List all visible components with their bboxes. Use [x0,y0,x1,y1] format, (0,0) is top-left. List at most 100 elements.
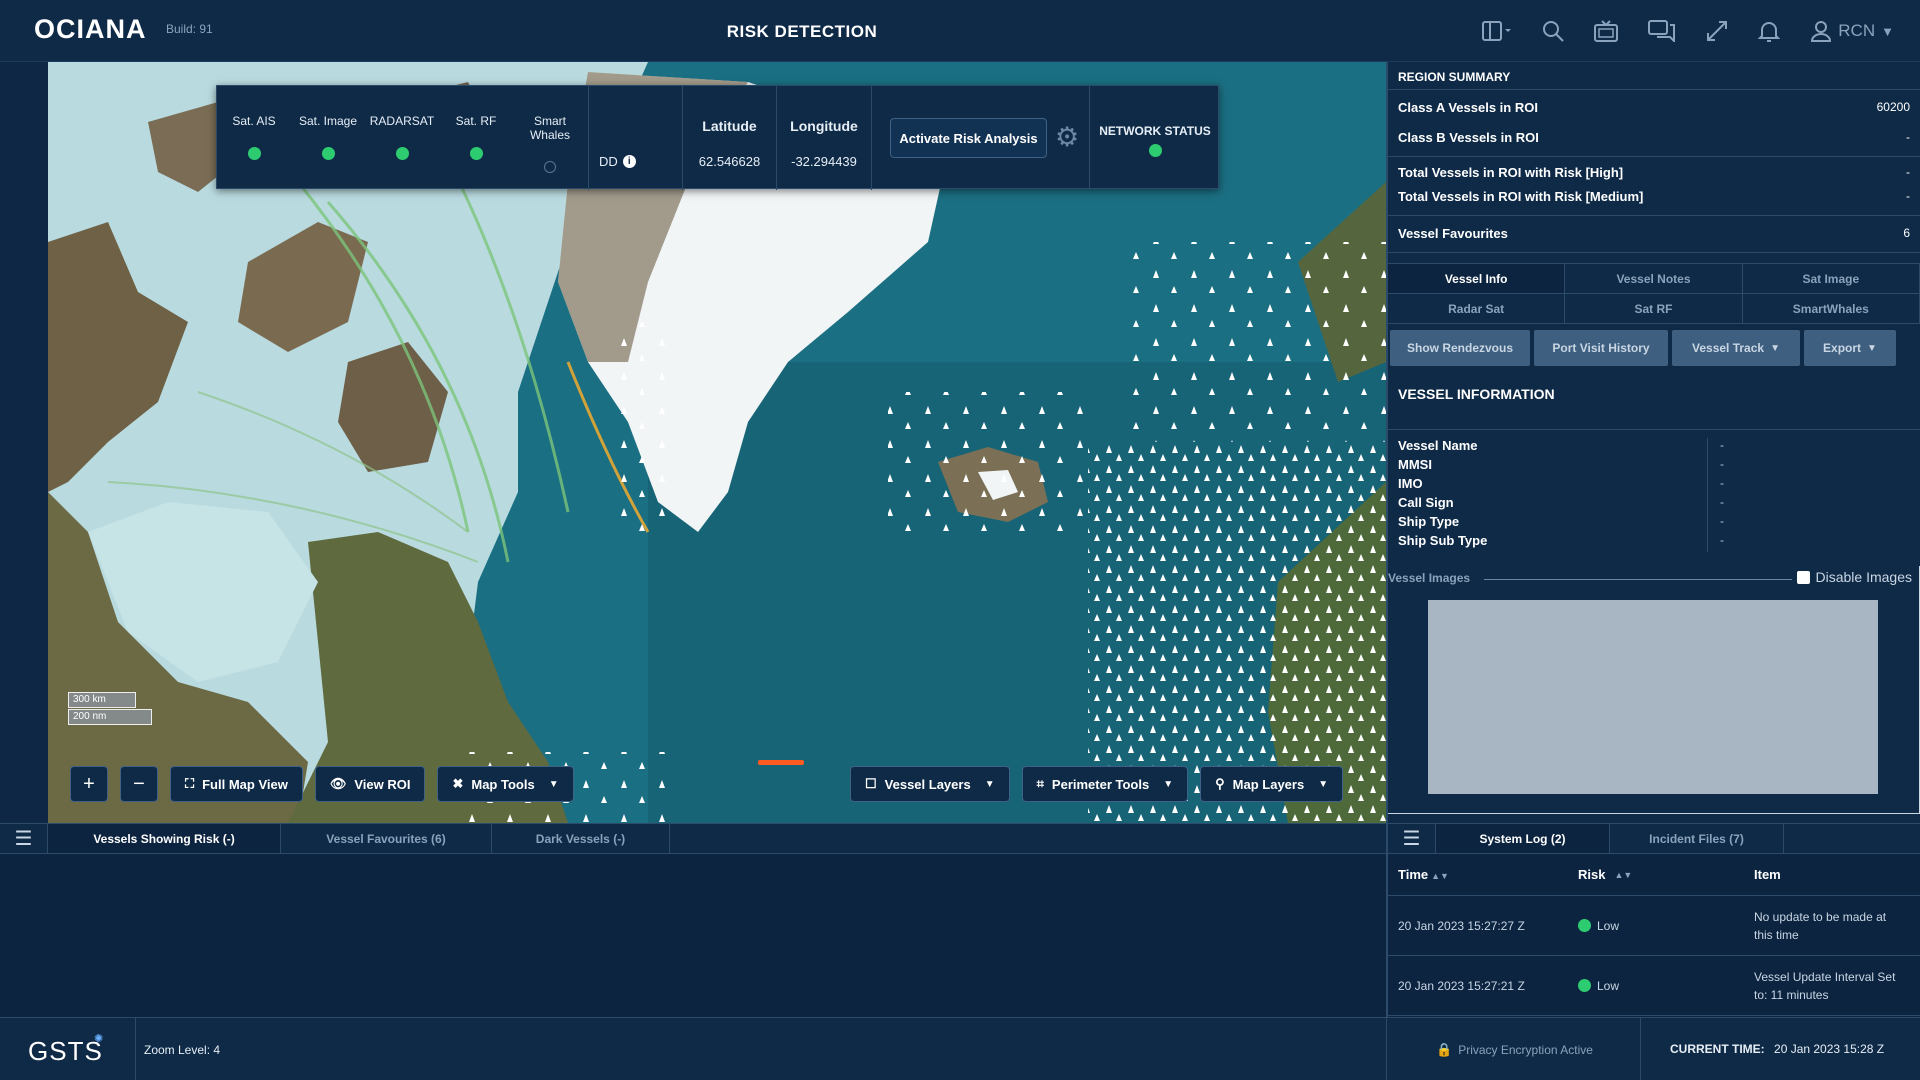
full-map-view-button[interactable]: ⛶ Full Map View [170,766,303,802]
vessel-field-row: MMSI - [1398,457,1910,476]
field-label: Ship Sub Type [1398,533,1708,552]
pin-icon: ⚲ [1215,776,1225,791]
divider [1386,1018,1387,1080]
log-risk: Low [1597,978,1620,993]
chevron-down-icon: ▼ [984,778,995,790]
perimeter-tools-button[interactable]: ⌗ Perimeter Tools ▼ [1021,766,1189,802]
map-layers-button[interactable]: ⚲ Map Layers ▼ [1200,766,1344,802]
summary-label: Vessel Favourites [1398,226,1508,241]
tab-vessel-notes[interactable]: Vessel Notes [1565,264,1743,294]
left-gutter [0,62,48,823]
tv-icon[interactable] [1594,20,1619,42]
log-time: 20 Jan 2023 15:27:21 Z [1398,978,1525,993]
tab-vessel-favourites[interactable]: Vessel Favourites (6) [281,824,492,853]
sensor-sat-ais[interactable]: Sat. AIS [217,86,291,190]
sensor-radarsat[interactable]: RADARSAT [365,86,439,190]
tab-vessel-info[interactable]: Vessel Info [1388,264,1566,294]
map-scale: 300 km 200 nm [68,692,152,726]
chevron-down-icon: ▼ [1318,778,1329,790]
column-time[interactable]: Time ▲▼ [1398,867,1578,882]
longitude-label: Longitude [790,118,858,134]
sensor-label: Smart Whales [529,114,570,142]
zoom-out-button[interactable]: − [120,766,158,802]
sensor-sat-image[interactable]: Sat. Image [291,86,365,190]
info-icon[interactable]: i [622,155,636,168]
field-value: - [1720,495,1724,509]
page-title: RISK DETECTION [726,22,878,41]
sort-icon: ▲▼ [1431,871,1449,881]
map-tools-button[interactable]: ✖ Map Tools ▼ [437,766,574,802]
summary-row: Vessel Favourites 6 [1388,226,1920,246]
vessel-tabs: Vessel Info Vessel Notes Sat Image Radar… [1388,263,1920,324]
coordinate-format[interactable]: DD i [599,154,636,169]
full-map-view-label: Full Map View [202,776,288,792]
chat-icon[interactable] [1648,20,1676,42]
sensor-label: RADARSAT [369,114,435,128]
tab-system-log[interactable]: System Log (2) [1436,824,1610,853]
vessel-track-button[interactable]: Vessel Track ▼ [1672,330,1800,366]
latitude-display: Latitude 62.546628 [682,86,777,190]
sensor-status-panel: Sat. AIS Sat. Image RADARSAT Sat. RF Sma… [216,85,1219,190]
privacy-status: 🔒 Privacy Encryption Active [1436,1042,1593,1058]
sensor-label: Sat. RF [455,114,497,128]
table-row[interactable]: 20 Jan 2023 15:27:21 Z Low Vessel Update… [1388,956,1920,1016]
longitude-display: Longitude -32.294439 [777,86,872,190]
summary-value: 6 [1903,226,1910,240]
field-label: Vessel Name [1398,438,1708,457]
summary-value: - [1906,165,1910,179]
zoom-level: Zoom Level: 4 [144,1043,221,1057]
gear-icon[interactable]: ⚙ [1055,122,1079,153]
tab-sat-image[interactable]: Sat Image [1742,264,1920,294]
menu-icon[interactable]: ☰ [1388,824,1436,853]
show-rendezvous-button[interactable]: Show Rendezvous [1390,330,1530,366]
tab-smartwhales[interactable]: SmartWhales [1742,294,1920,324]
column-risk[interactable]: Risk ▲▼ [1578,867,1754,882]
scale-nm: 200 nm [68,709,152,725]
summary-label: Class B Vessels in ROI [1398,130,1539,145]
log-item: No update to be made at this time [1754,909,1887,942]
table-row[interactable]: 20 Jan 2023 15:27:27 Z Low No update to … [1388,896,1920,956]
menu-icon[interactable]: ☰ [0,824,48,853]
system-log-panel: ☰ System Log (2) Incident Files (7) Time… [1386,823,1920,1017]
field-value: - [1720,514,1724,528]
tab-incident-files[interactable]: Incident Files (7) [1610,824,1784,853]
vessel-field-row: Vessel Name - [1398,438,1910,457]
column-time-label: Time [1398,867,1429,882]
column-item: Item [1754,866,1781,882]
tab-vessels-showing-risk[interactable]: Vessels Showing Risk (-) [48,824,281,853]
bell-icon[interactable] [1758,20,1781,42]
user-name: RCN [1838,21,1876,40]
eye-icon: 👁 [329,776,347,791]
vessel-layers-button[interactable]: ☐ Vessel Layers ▼ [850,766,1010,802]
map-view[interactable]: Sat. AIS Sat. Image RADARSAT Sat. RF Sma… [48,62,1386,823]
field-label: Ship Type [1398,514,1708,533]
region-summary-title: REGION SUMMARY [1388,62,1920,90]
sensor-label: Sat. Image [298,114,358,128]
view-roi-button[interactable]: 👁 View ROI [314,766,426,802]
tools-icon: ✖ [452,776,464,791]
log-risk: Low [1597,918,1620,933]
tab-dark-vessels[interactable]: Dark Vessels (-) [492,824,670,853]
zoom-in-button[interactable]: + [70,766,108,802]
checkbox-icon: ☐ [865,776,877,791]
expand-icon[interactable] [1706,20,1728,42]
tab-sat-rf[interactable]: Sat RF [1565,294,1743,324]
divider [1640,1018,1641,1080]
tab-radar-sat[interactable]: Radar Sat [1388,294,1566,324]
map-layers-label: Map Layers [1232,776,1305,792]
latitude-value: 62.546628 [698,154,761,169]
search-icon[interactable] [1542,20,1564,42]
sort-icon: ▲▼ [1614,869,1633,880]
summary-row: Class A Vessels in ROI 60200 [1388,100,1920,130]
summary-value: - [1906,189,1910,203]
summary-label: Class A Vessels in ROI [1398,100,1538,115]
port-visit-history-button[interactable]: Port Visit History [1534,330,1668,366]
layout-icon[interactable] [1482,21,1512,41]
chevron-down-icon: ▼ [1881,23,1894,39]
sensor-smart-whales[interactable]: Smart Whales [513,86,587,190]
export-button[interactable]: Export ▼ [1804,330,1896,366]
gsts-star-icon: ✺ [94,1033,104,1045]
user-menu[interactable]: RCN ▼ [1810,20,1894,42]
activate-risk-analysis-button[interactable]: Activate Risk Analysis [890,118,1047,158]
sensor-sat-rf[interactable]: Sat. RF [439,86,513,190]
